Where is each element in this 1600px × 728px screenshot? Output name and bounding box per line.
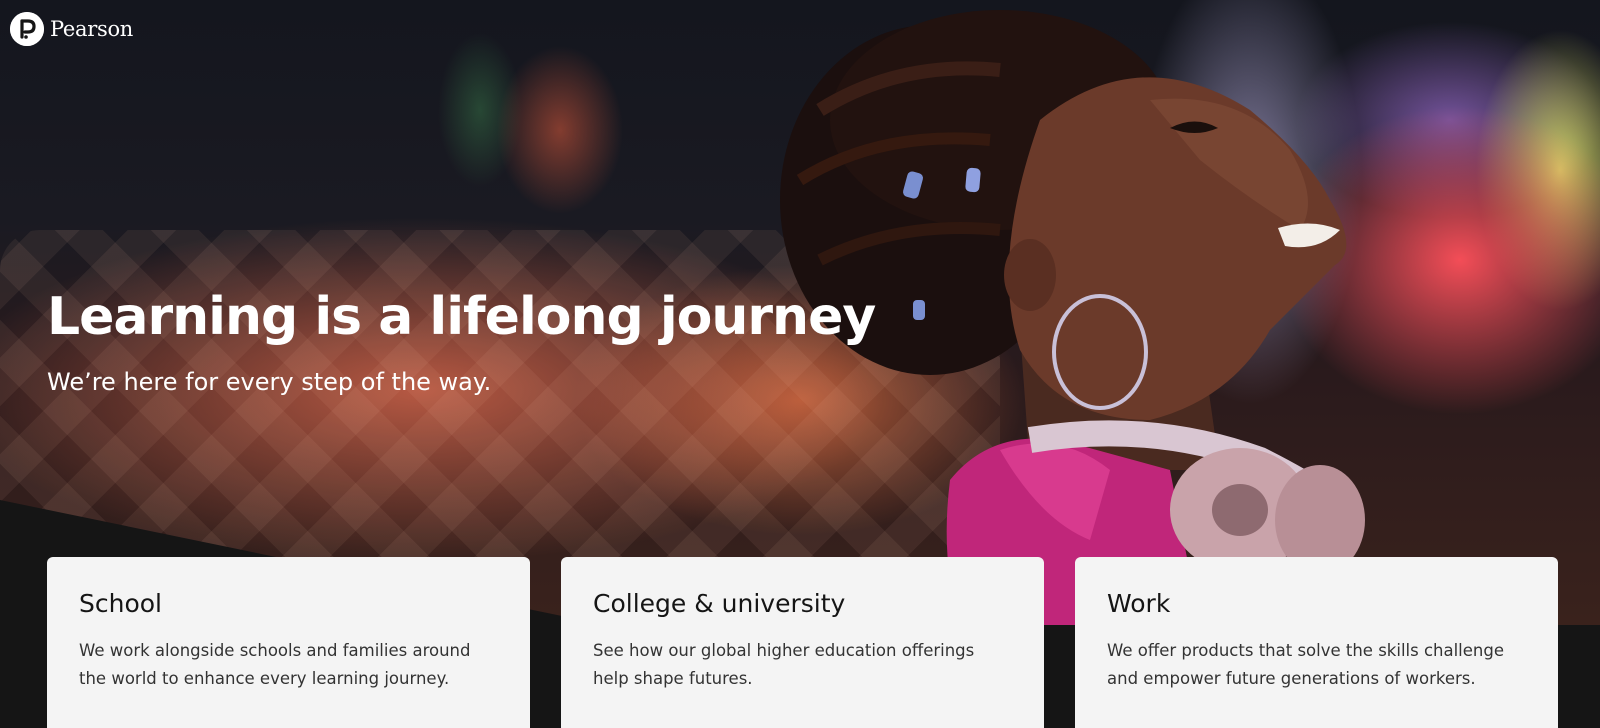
page: Pearson Learning is a lifelong journey W… [0,0,1600,728]
hero-subheadline: We’re here for every step of the way. [47,368,492,396]
card-work[interactable]: Work We offer products that solve the sk… [1075,557,1558,728]
card-description: We offer products that solve the skills … [1107,641,1504,688]
logo-wordmark: Pearson [50,17,134,41]
card-description: See how our global higher education offe… [593,641,975,688]
pearson-logo[interactable]: Pearson [10,12,133,46]
card-title: School [79,589,162,618]
pearson-p-icon [10,12,44,46]
card-title: College & university [593,589,846,618]
card-school[interactable]: School We work alongside schools and fam… [47,557,530,728]
card-description: We work alongside schools and families a… [79,641,471,688]
card-title: Work [1107,589,1171,618]
card-college-university[interactable]: College & university See how our global … [561,557,1044,728]
hero-headline: Learning is a lifelong journey [47,287,876,347]
